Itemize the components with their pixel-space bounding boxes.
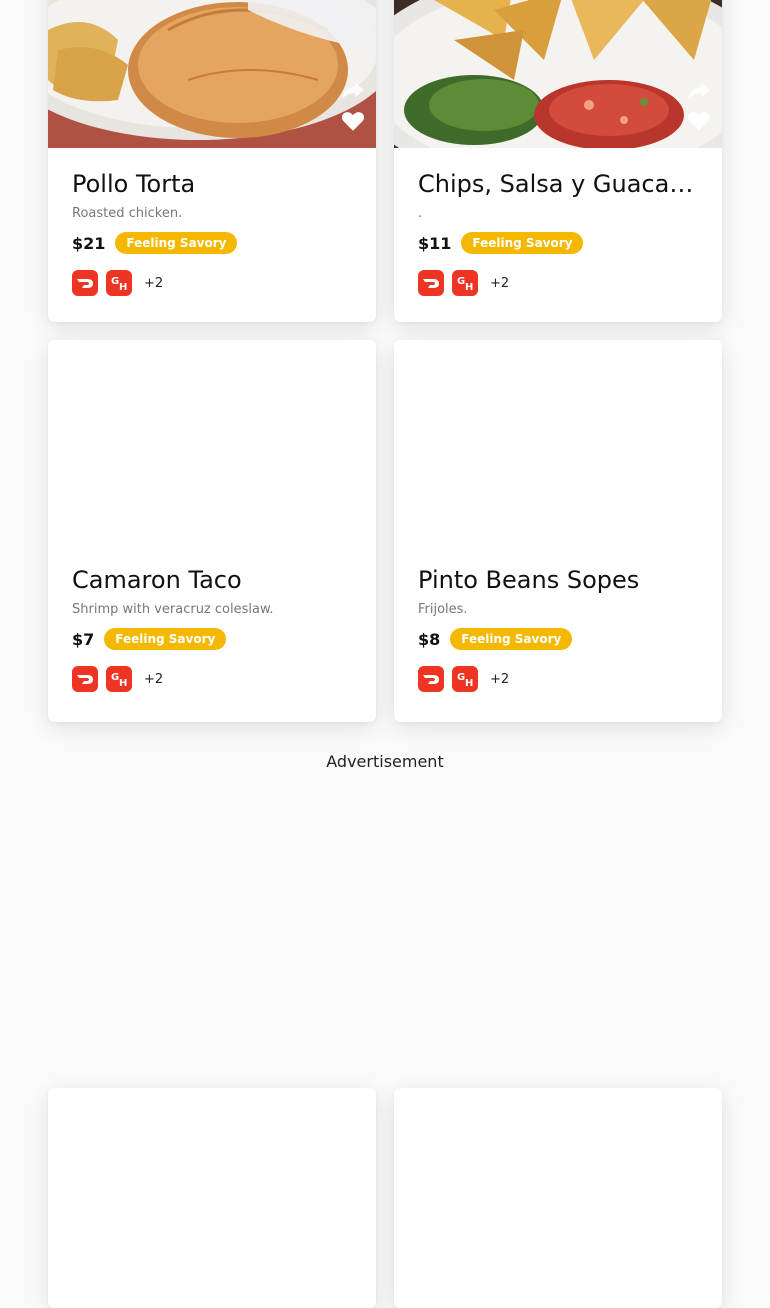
svg-text:H: H [119, 282, 127, 293]
share-icon[interactable] [340, 78, 366, 104]
item-price: $8 [418, 629, 441, 649]
more-services-count[interactable]: +2 [490, 276, 509, 291]
grubhub-icon[interactable]: GH [106, 270, 132, 296]
item-title[interactable]: Pollo Torta [72, 168, 352, 200]
tag-badge[interactable]: Feeling Savory [104, 628, 227, 650]
doordash-icon[interactable] [72, 666, 98, 692]
food-image[interactable] [48, 0, 376, 148]
heart-icon[interactable] [686, 108, 712, 134]
more-services-count[interactable]: +2 [490, 672, 509, 687]
tag-badge[interactable]: Feeling Savory [450, 628, 573, 650]
menu-item-card[interactable]: Pollo Torta Roasted chicken. $21 Feeling… [48, 0, 376, 322]
svg-text:H: H [119, 678, 127, 689]
item-description: Roasted chicken. [72, 206, 183, 221]
chips-salsa-guac-photo [394, 0, 722, 148]
advertisement-label: Advertisement [326, 752, 444, 771]
menu-item-card[interactable]: Pinto Beans Sopes Frijoles. $8 Feeling S… [394, 340, 722, 722]
svg-text:G: G [457, 672, 465, 683]
item-price: $7 [72, 629, 95, 649]
menu-item-card[interactable] [394, 1088, 722, 1308]
svg-text:G: G [457, 276, 465, 287]
item-description: Shrimp with veracruz coleslaw. [72, 602, 274, 617]
item-description: Frijoles. [418, 602, 468, 617]
share-icon[interactable] [686, 78, 712, 104]
item-price: $21 [72, 233, 106, 253]
menu-item-card[interactable]: Chips, Salsa y Guacamole . $11 Feeling S… [394, 0, 722, 322]
heart-icon[interactable] [340, 108, 366, 134]
menu-item-card[interactable] [48, 1088, 376, 1308]
food-image[interactable] [394, 0, 722, 148]
more-services-count[interactable]: +2 [144, 672, 163, 687]
doordash-icon[interactable] [72, 270, 98, 296]
tag-badge[interactable]: Feeling Savory [115, 232, 238, 254]
svg-text:G: G [111, 672, 119, 683]
more-services-count[interactable]: +2 [144, 276, 163, 291]
item-price: $11 [418, 233, 452, 253]
food-image-placeholder[interactable] [48, 340, 376, 540]
item-description: . [418, 206, 423, 221]
doordash-icon[interactable] [418, 270, 444, 296]
menu-item-card[interactable]: Camaron Taco Shrimp with veracruz colesl… [48, 340, 376, 722]
svg-text:G: G [111, 276, 119, 287]
svg-text:H: H [465, 678, 473, 689]
item-title[interactable]: Chips, Salsa y Guacamole [418, 168, 698, 200]
item-title[interactable]: Camaron Taco [72, 564, 352, 596]
grubhub-icon[interactable]: GH [452, 270, 478, 296]
svg-text:H: H [465, 282, 473, 293]
doordash-icon[interactable] [418, 666, 444, 692]
grubhub-icon[interactable]: GH [106, 666, 132, 692]
item-title[interactable]: Pinto Beans Sopes [418, 564, 698, 596]
food-image-placeholder[interactable] [394, 340, 722, 540]
grubhub-icon[interactable]: GH [452, 666, 478, 692]
tag-badge[interactable]: Feeling Savory [461, 232, 584, 254]
pollo-torta-photo [48, 0, 376, 148]
